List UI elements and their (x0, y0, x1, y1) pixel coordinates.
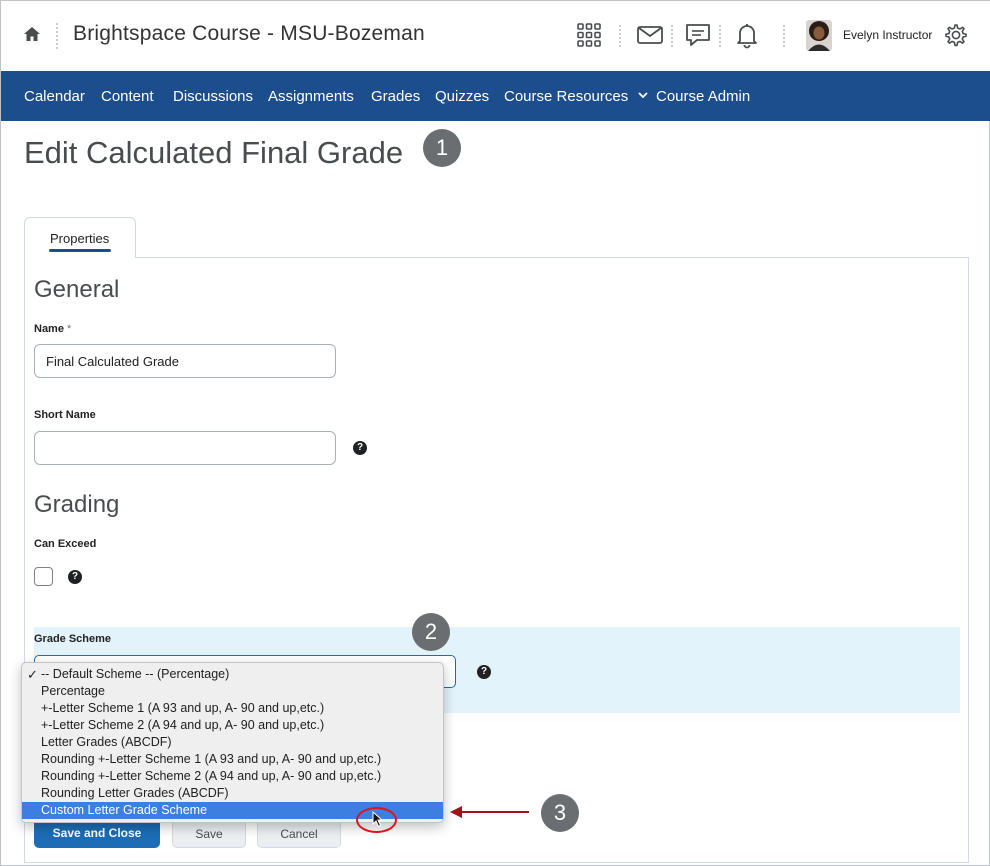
user-name[interactable]: Evelyn Instructor (843, 28, 932, 42)
grade-scheme-option[interactable]: Rounding +-Letter Scheme 1 (A 93 and up,… (22, 751, 443, 768)
grade-scheme-option[interactable]: Rounding Letter Grades (ABCDF) (22, 785, 443, 802)
name-label: Name * (34, 323, 71, 335)
nav-course-resources-label: Course Resources (504, 88, 629, 105)
general-heading: General (34, 276, 120, 303)
grading-heading: Grading (34, 491, 120, 518)
grade-scheme-label: Grade Scheme (34, 633, 112, 645)
top-bar: Brightspace Course - MSU-Bozeman Evelyn … (1, 1, 990, 71)
checkmark-icon: ✓ (27, 667, 38, 682)
nav-calendar[interactable]: Calendar (24, 88, 85, 105)
name-label-text: Name (34, 323, 64, 335)
nav-discussions[interactable]: Discussions (173, 88, 253, 105)
grade-scheme-dropdown: ✓ -- Default Scheme -- (Percentage) Perc… (21, 662, 444, 823)
nav-course-admin[interactable]: Course Admin (656, 88, 750, 105)
short-name-label: Short Name (34, 409, 96, 421)
header-divider (56, 23, 58, 49)
course-title[interactable]: Brightspace Course - MSU-Bozeman (73, 22, 425, 46)
annotation-arrow (461, 811, 529, 813)
header-divider (719, 25, 721, 47)
nav-content[interactable]: Content (101, 88, 154, 105)
chat-icon[interactable] (684, 21, 712, 49)
bell-icon[interactable] (733, 21, 761, 49)
gear-icon[interactable] (943, 22, 969, 48)
header-divider (671, 25, 673, 47)
help-icon[interactable]: ? (68, 570, 82, 584)
avatar[interactable] (806, 20, 832, 51)
grade-scheme-option[interactable]: +-Letter Scheme 1 (A 93 and up, A- 90 an… (22, 700, 443, 717)
nav-quizzes[interactable]: Quizzes (435, 88, 489, 105)
can-exceed-checkbox[interactable] (34, 567, 53, 586)
tab-properties[interactable]: Properties (24, 217, 136, 258)
grade-scheme-option[interactable]: ✓ -- Default Scheme -- (Percentage) (22, 666, 443, 683)
header-divider (619, 25, 621, 47)
chevron-down-icon (638, 92, 649, 99)
grade-scheme-option[interactable]: Percentage (22, 683, 443, 700)
callout-3: 3 (541, 794, 579, 832)
nav-grades[interactable]: Grades (371, 88, 420, 105)
grade-scheme-option[interactable]: Letter Grades (ABCDF) (22, 734, 443, 751)
grade-scheme-option[interactable]: Rounding +-Letter Scheme 2 (A 94 and up,… (22, 768, 443, 785)
can-exceed-label: Can Exceed (34, 538, 97, 550)
annotation-arrowhead (450, 806, 462, 818)
header-divider (783, 25, 785, 47)
help-icon[interactable]: ? (477, 665, 491, 679)
nav-course-resources[interactable]: Course Resources (504, 88, 649, 105)
tab-active-indicator (49, 249, 111, 252)
short-name-field[interactable] (34, 431, 336, 465)
mail-icon[interactable] (636, 21, 664, 49)
apps-grid-icon[interactable] (575, 21, 603, 49)
mouse-cursor-icon (372, 811, 384, 828)
nav-assignments[interactable]: Assignments (268, 88, 354, 105)
home-icon[interactable] (23, 25, 41, 43)
callout-1: 1 (423, 129, 461, 167)
course-navbar: Calendar Content Discussions Assignments… (1, 71, 990, 121)
page-title: Edit Calculated Final Grade (24, 135, 404, 170)
name-field[interactable] (34, 344, 336, 378)
help-icon[interactable]: ? (353, 441, 367, 455)
callout-2: 2 (412, 613, 450, 651)
grade-scheme-option[interactable]: +-Letter Scheme 2 (A 94 and up, A- 90 an… (22, 717, 443, 734)
tab-properties-label: Properties (50, 231, 110, 246)
required-marker: * (66, 323, 72, 335)
option-label: -- Default Scheme -- (Percentage) (41, 667, 230, 681)
